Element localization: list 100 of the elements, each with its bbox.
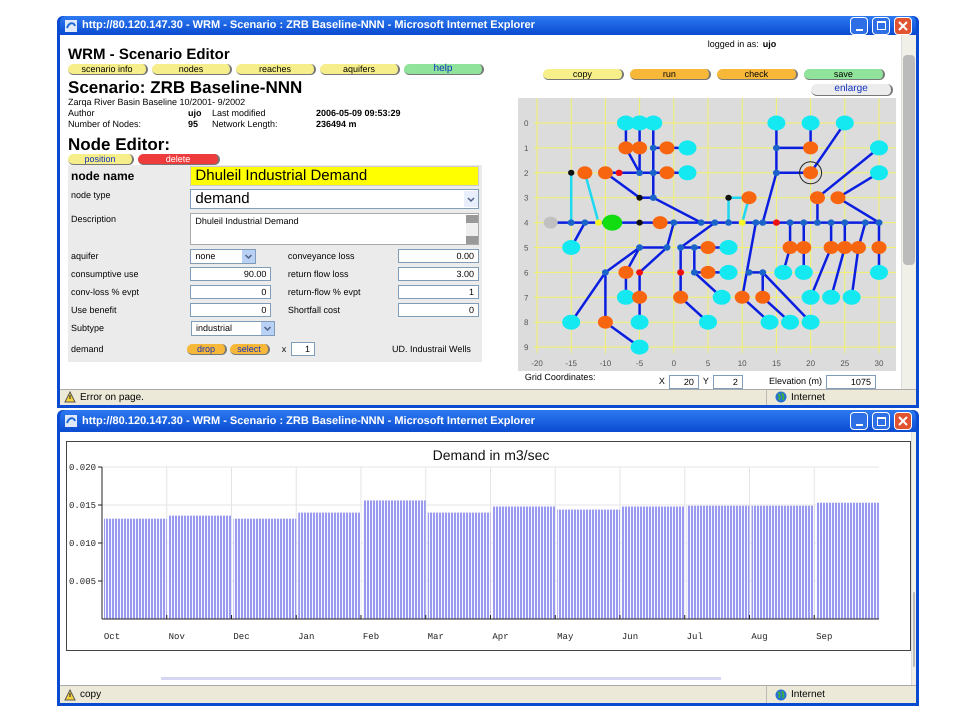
coordinate-label: Y	[702, 375, 709, 388]
axis-label: 0.020	[69, 463, 96, 473]
scrollbar[interactable]	[466, 215, 478, 244]
login-user: ujo	[762, 38, 776, 52]
input-field[interactable]: 0.00	[398, 249, 479, 264]
pill-button[interactable]: scenario info	[68, 64, 148, 76]
axis-label: -10	[600, 358, 612, 368]
axis-label: 30	[874, 358, 884, 368]
globe-icon	[775, 688, 787, 700]
pill-button[interactable]: nodes	[152, 64, 232, 76]
input-field[interactable]: 20	[668, 374, 699, 389]
chevron-icon	[242, 250, 256, 263]
axis-label: 6	[524, 268, 528, 278]
axis-label: Feb	[362, 632, 380, 642]
axis-label: Dec	[233, 632, 250, 642]
pill-button[interactable]: run	[630, 68, 711, 80]
input-field[interactable]: 0	[190, 285, 272, 300]
dropdown[interactable]: industrial	[191, 320, 275, 336]
map-canvas[interactable]: 0 1 2 3 4 5 6 7 8 9 -20 -15 -10 -5 0 5 10 15 20 25 30	[518, 98, 896, 371]
coordinate-label: X	[658, 375, 665, 388]
field-label: conveyance loss	[288, 250, 356, 263]
axis-label: 7	[524, 293, 528, 302]
axis-label: 0.005	[69, 577, 96, 587]
pill-button[interactable]: check	[716, 68, 798, 80]
info-value: 95	[188, 119, 200, 130]
maximize-button[interactable]	[872, 16, 890, 35]
axis-label: -15	[565, 358, 577, 368]
scrollbar[interactable]	[901, 35, 916, 389]
field-label: Subtype	[71, 322, 106, 335]
scrollbar[interactable]	[911, 432, 916, 685]
info-label: Author	[68, 108, 96, 120]
pill-button[interactable]: save	[804, 68, 885, 80]
field-label: Shortfall cost	[288, 304, 341, 317]
axis-label: Nov	[168, 632, 185, 642]
pill-button[interactable]: enlarge	[811, 84, 894, 96]
input-field[interactable]: 2	[712, 374, 743, 389]
pill-button[interactable]: select	[230, 344, 270, 355]
axis-label: 15	[772, 358, 781, 368]
close-button[interactable]	[894, 16, 912, 35]
description-field[interactable]: Dhuleil Industrial Demand	[190, 213, 479, 246]
pill-button[interactable]: aquifers	[320, 64, 400, 76]
field-label: Use benefit	[71, 304, 118, 317]
zone-label: Internet	[791, 390, 825, 405]
axis-label: 0.010	[69, 539, 96, 549]
input-field[interactable]: 1	[291, 342, 315, 356]
type-dropdown[interactable]: demand	[190, 189, 479, 210]
pill-button[interactable]: drop	[187, 344, 228, 355]
axis-label: 0	[671, 358, 676, 368]
minimize-button[interactable]	[850, 412, 868, 430]
axis-label: Jun	[622, 632, 638, 642]
axis-label: -5	[636, 358, 644, 368]
input-field[interactable]: 1075	[826, 374, 876, 389]
input-field[interactable]: 90.00	[190, 267, 272, 282]
pill-button[interactable]: delete	[138, 154, 220, 166]
input-field[interactable]: 0	[398, 303, 479, 318]
axis-label: Oct	[104, 632, 120, 642]
warning-icon	[64, 688, 76, 700]
input-field[interactable]: 0	[190, 303, 272, 318]
app-title: WRM - Scenario Editor	[68, 47, 231, 64]
close-icon	[898, 416, 908, 426]
axis-label: 8	[524, 318, 528, 328]
axis-label: 0	[524, 118, 528, 128]
status-text: copy	[80, 688, 102, 702]
field-label: Description	[71, 213, 118, 226]
pill-button[interactable]: copy	[542, 68, 624, 80]
axis-label: 5	[524, 243, 528, 252]
axis-label: -20	[531, 358, 543, 368]
pill-button[interactable]: position	[68, 154, 134, 166]
minimize-button[interactable]	[850, 16, 868, 35]
status-text: Error on page.	[80, 390, 145, 405]
chevron-icon	[464, 191, 478, 208]
axis-label: 3	[524, 194, 528, 203]
window-title: http://80.120.147.30 - WRM - Scenario : ZRB Baseline-NNN - Microsoft Internet Explorer	[82, 18, 536, 34]
info-value: ujo	[188, 108, 202, 120]
close-icon	[898, 20, 908, 31]
scenario-title: Scenario: ZRB Baseline-NNN	[68, 79, 304, 98]
field-label: return flow loss	[288, 268, 350, 281]
info-value: 236494 m	[316, 119, 357, 130]
dropdown[interactable]: none	[190, 248, 256, 264]
pill-button[interactable]: help	[404, 64, 484, 76]
browser-icon	[64, 414, 78, 428]
field-label: consumptive use	[71, 268, 140, 281]
field-label: node name	[71, 168, 136, 186]
scenario-description: Zarqa River Basin Baseline 10/2001- 9/2002	[68, 97, 246, 108]
input-field[interactable]: 1	[398, 285, 479, 300]
axis-label: 4	[524, 218, 528, 228]
axis-label: Sep	[816, 632, 832, 642]
close-button[interactable]	[894, 412, 912, 430]
field-label: return-flow % evpt	[288, 286, 362, 299]
browser-icon	[64, 18, 78, 33]
axis-label: 2	[524, 168, 528, 178]
globe-icon	[775, 391, 787, 404]
name-field[interactable]: Dhuleil Industrial Demand	[190, 166, 479, 186]
maximize-button[interactable]	[872, 412, 890, 430]
input-field[interactable]: 3.00	[398, 267, 479, 282]
axis-label: Jan	[298, 632, 314, 642]
pill-button[interactable]: reaches	[236, 64, 316, 76]
info-value: 2006-05-09 09:53:29	[316, 108, 401, 120]
field-label: node type	[71, 189, 112, 202]
login-label: logged in as:	[708, 38, 759, 52]
